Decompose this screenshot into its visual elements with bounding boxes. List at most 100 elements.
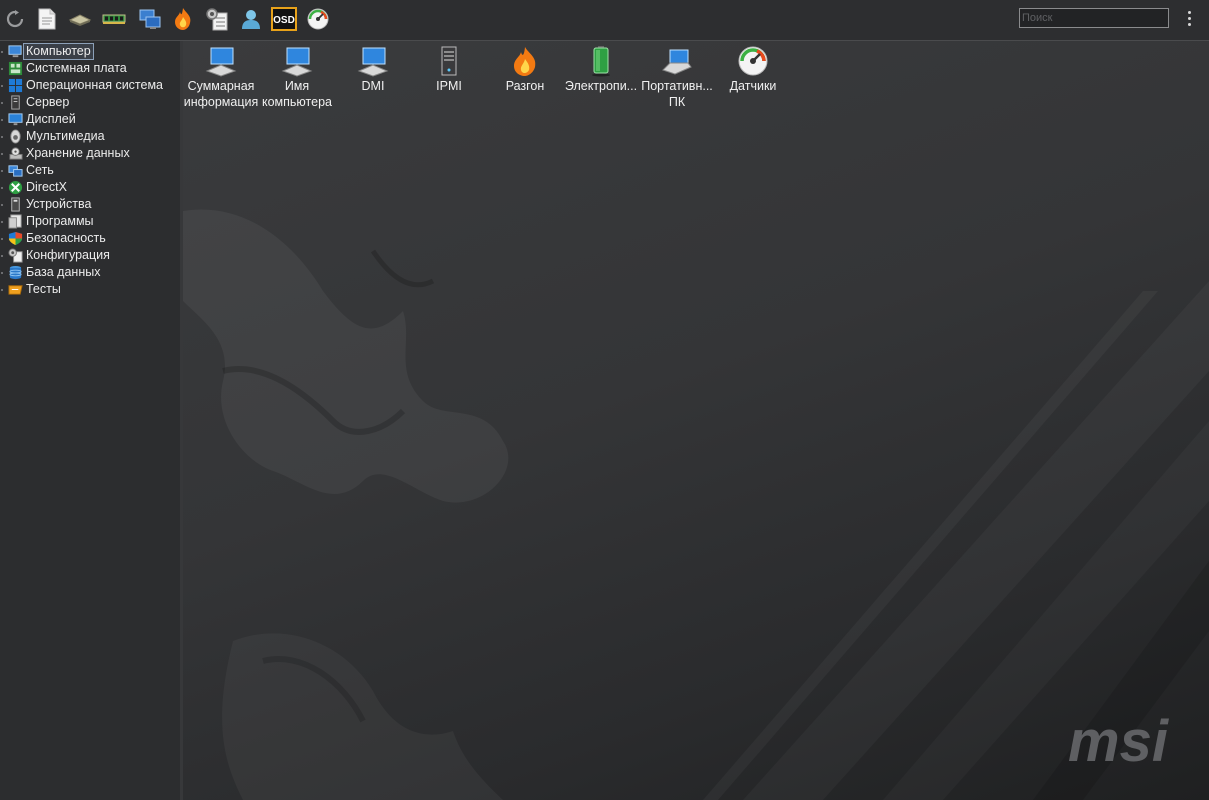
sidebar-item[interactable]: Безопасность (0, 230, 178, 247)
gauge-icon[interactable] (305, 6, 331, 32)
sidebar-item[interactable]: Операционная система (0, 77, 178, 94)
benchmark-icon (8, 282, 23, 297)
category-tile[interactable]: Датчики (715, 45, 791, 94)
main-panel: msi Суммарная информация Имя компьютера DM… (183, 41, 1209, 800)
sidebar-item-label: Сервер (26, 95, 70, 109)
sidebar-item[interactable]: Хранение данных (0, 145, 178, 162)
search-input[interactable] (1019, 8, 1169, 28)
tree-connector (1, 153, 3, 155)
toolbar: OSD (0, 0, 1209, 41)
category-tile[interactable]: Портативн... ПК (639, 45, 715, 110)
sidebar-item[interactable]: Тесты (0, 281, 178, 298)
category-tile-label: Датчики (729, 79, 777, 93)
sidebar-item-label: DirectX (26, 180, 67, 194)
category-tile[interactable]: Суммарная информация (183, 45, 259, 110)
sidebar-item-label: Системная плата (26, 61, 127, 75)
storage-icon (8, 146, 23, 161)
tree-connector (1, 221, 3, 223)
chip-icon[interactable] (67, 6, 93, 32)
osd-label: OSD (273, 15, 295, 26)
category-tile[interactable]: Разгон (487, 45, 563, 94)
app-window: OSD КомпьютерСистемная плата Операционная… (0, 0, 1209, 800)
sidebar-item[interactable]: Системная плата (0, 60, 178, 77)
sidebar-item-label: Компьютер (23, 43, 94, 60)
user-icon[interactable] (238, 6, 264, 32)
tree-connector (1, 289, 3, 291)
sidebar-tree: Компьютер Системная плата Операционная сис… (0, 41, 181, 800)
xbox-icon (8, 180, 23, 195)
speaker-icon (8, 129, 23, 144)
more-menu-icon[interactable] (1180, 8, 1198, 28)
sidebar-item[interactable]: База данных (0, 264, 178, 281)
overclock-flame-icon (509, 45, 541, 77)
ipmi-server-icon (433, 45, 465, 77)
sidebar-item-label: Операционная система (26, 78, 164, 92)
sidebar-item-label: База данных (26, 265, 101, 279)
tree-connector (1, 51, 3, 53)
refresh-icon[interactable] (2, 6, 28, 32)
sidebar-item[interactable]: Мультимедиа (0, 128, 178, 145)
sidebar-item-label: Тесты (26, 282, 61, 296)
tree-connector (1, 238, 3, 240)
laptop-icon (661, 45, 693, 77)
windows-icon (8, 78, 23, 93)
database-icon (8, 265, 23, 280)
motherboard-icon (8, 61, 23, 76)
category-tile[interactable]: IPMI (411, 45, 487, 94)
tree-connector (1, 170, 3, 172)
devices-icon (8, 197, 23, 212)
sidebar-item-label: Сеть (26, 163, 54, 177)
category-tile[interactable]: Электропи... (563, 45, 639, 94)
sidebar-item[interactable]: Устройства (0, 196, 178, 213)
tree-connector (1, 85, 3, 87)
category-tile-label: DMI (361, 79, 385, 93)
tree-connector (1, 272, 3, 274)
sidebar-item[interactable]: DirectX (0, 179, 178, 196)
category-tile[interactable]: DMI (335, 45, 411, 94)
sidebar-item[interactable]: Сервер (0, 94, 178, 111)
security-shield-icon (8, 231, 23, 246)
osd-icon[interactable]: OSD (271, 6, 297, 32)
sidebar-item-label: Хранение данных (26, 146, 130, 160)
tree-connector (1, 187, 3, 189)
computer-summary-icon (205, 45, 237, 77)
configuration-icon (8, 248, 23, 263)
sidebar-item-label: Дисплей (26, 112, 76, 126)
flame-icon[interactable] (170, 6, 196, 32)
tree-connector (1, 255, 3, 257)
sidebar-item-label: Мультимедиа (26, 129, 105, 143)
dmi-icon (357, 45, 389, 77)
sidebar-item-label: Безопасность (26, 231, 106, 245)
tree-connector (1, 136, 3, 138)
category-tile-label: Разгон (505, 79, 545, 93)
battery-icon (585, 45, 617, 77)
sidebar-item[interactable]: Программы (0, 213, 178, 230)
tree-connector (1, 102, 3, 104)
msi-logo: msi (1068, 709, 1170, 774)
category-tile-label: IPMI (436, 79, 462, 93)
sidebar-item[interactable]: Конфигурация (0, 247, 178, 264)
sidebar-item-label: Устройства (26, 197, 92, 211)
network-computer-icon[interactable] (137, 6, 163, 32)
settings-checklist-icon[interactable] (204, 6, 230, 32)
tree-connector (1, 119, 3, 121)
category-tile-label: Электропи... (564, 79, 638, 93)
sidebar-item[interactable]: Компьютер (0, 43, 178, 60)
tree-connector (1, 204, 3, 206)
sensors-gauge-icon (737, 45, 769, 77)
programs-icon (8, 214, 23, 229)
memory-module-icon[interactable] (101, 6, 127, 32)
server-icon (8, 95, 23, 110)
report-icon[interactable] (34, 6, 60, 32)
sidebar-item[interactable]: Сеть (0, 162, 178, 179)
sidebar-item-label: Программы (26, 214, 94, 228)
msi-dragon-wallpaper: msi (183, 209, 1209, 800)
computer-name-icon (281, 45, 313, 77)
sidebar-item-label: Конфигурация (26, 248, 110, 262)
network-icon (8, 163, 23, 178)
category-tile[interactable]: Имя компьютера (259, 45, 335, 110)
category-tile-label: Портативн... ПК (641, 79, 713, 109)
sidebar-item[interactable]: Дисплей (0, 111, 178, 128)
category-tile-label: Имя компьютера (262, 79, 332, 109)
computer-icon (8, 44, 23, 59)
